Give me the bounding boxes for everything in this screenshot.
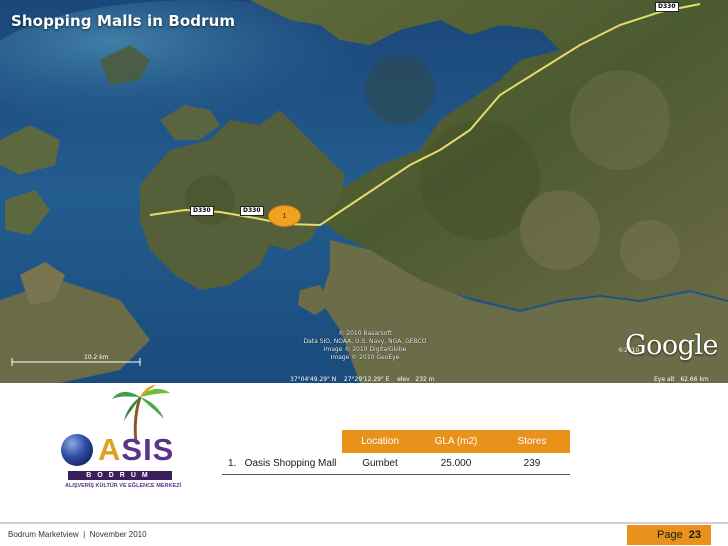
- map-terrain: [0, 0, 728, 383]
- logo-city: BODRUM: [68, 471, 172, 480]
- copyright-line: Image © 2010 GeoEye: [330, 354, 400, 361]
- copyright-line: Image © 2010 DigitalGlobe: [323, 346, 407, 353]
- mall-name: 1. Oasis Shopping Mall: [222, 453, 342, 475]
- globe-icon: [61, 434, 93, 466]
- slide-title: Shopping Malls in Bodrum: [11, 12, 236, 30]
- copyright-line: © 2010 Basarsoft: [338, 330, 392, 337]
- mall-marker[interactable]: 1: [268, 205, 301, 227]
- mall-location: Gumbet: [342, 453, 418, 475]
- table-header-row: Location GLA (m2) Stores: [222, 430, 570, 453]
- mall-stores: 239: [494, 453, 570, 475]
- road-label: D330: [240, 206, 264, 216]
- logo-tagline: ALIŞVERİŞ KÜLTÜR VE EĞLENCE MERKEZİ: [64, 483, 182, 489]
- mall-table: Location GLA (m2) Stores 1. Oasis Shoppi…: [222, 430, 570, 475]
- map-copyright: © 2010 Basarsoft Data SIO, NOAA, U.S. Na…: [300, 330, 430, 362]
- oasis-logo: ASIS BODRUM ALIŞVERİŞ KÜLTÜR VE EĞLENCE …: [58, 385, 188, 497]
- coordinates-readout: 37°04'49.29" N 27°29'12.29" E elev 232 m: [290, 376, 435, 383]
- page-label: Page: [657, 529, 683, 541]
- page-number: 23: [688, 529, 702, 541]
- header-name: [222, 430, 342, 453]
- google-logo: Google: [625, 330, 718, 361]
- mall-gla: 25.000: [418, 453, 494, 475]
- table-row: 1. Oasis Shopping Mall Gumbet 25.000 239: [222, 453, 570, 475]
- logo-wordmark: ASIS: [98, 432, 175, 467]
- footer-text: Bodrum Marketview | November 2010: [8, 530, 147, 539]
- satellite-map[interactable]: Shopping Malls in Bodrum D330 D330 D330 …: [0, 0, 728, 383]
- scale-label: 10.2 km: [84, 354, 109, 361]
- header-stores: Stores: [494, 430, 570, 453]
- header-location: Location: [342, 430, 418, 453]
- copyright-line: Data SIO, NOAA, U.S. Navy, NGA, GEBCO: [303, 338, 427, 345]
- road-label: D330: [655, 2, 679, 12]
- footer-divider: [0, 522, 728, 524]
- page-number-box: Page 23: [627, 525, 711, 545]
- slide: Shopping Malls in Bodrum D330 D330 D330 …: [0, 0, 728, 546]
- road-label: D330: [190, 206, 214, 216]
- eye-altitude: Eye alt 62.66 km: [654, 376, 709, 383]
- header-gla: GLA (m2): [418, 430, 494, 453]
